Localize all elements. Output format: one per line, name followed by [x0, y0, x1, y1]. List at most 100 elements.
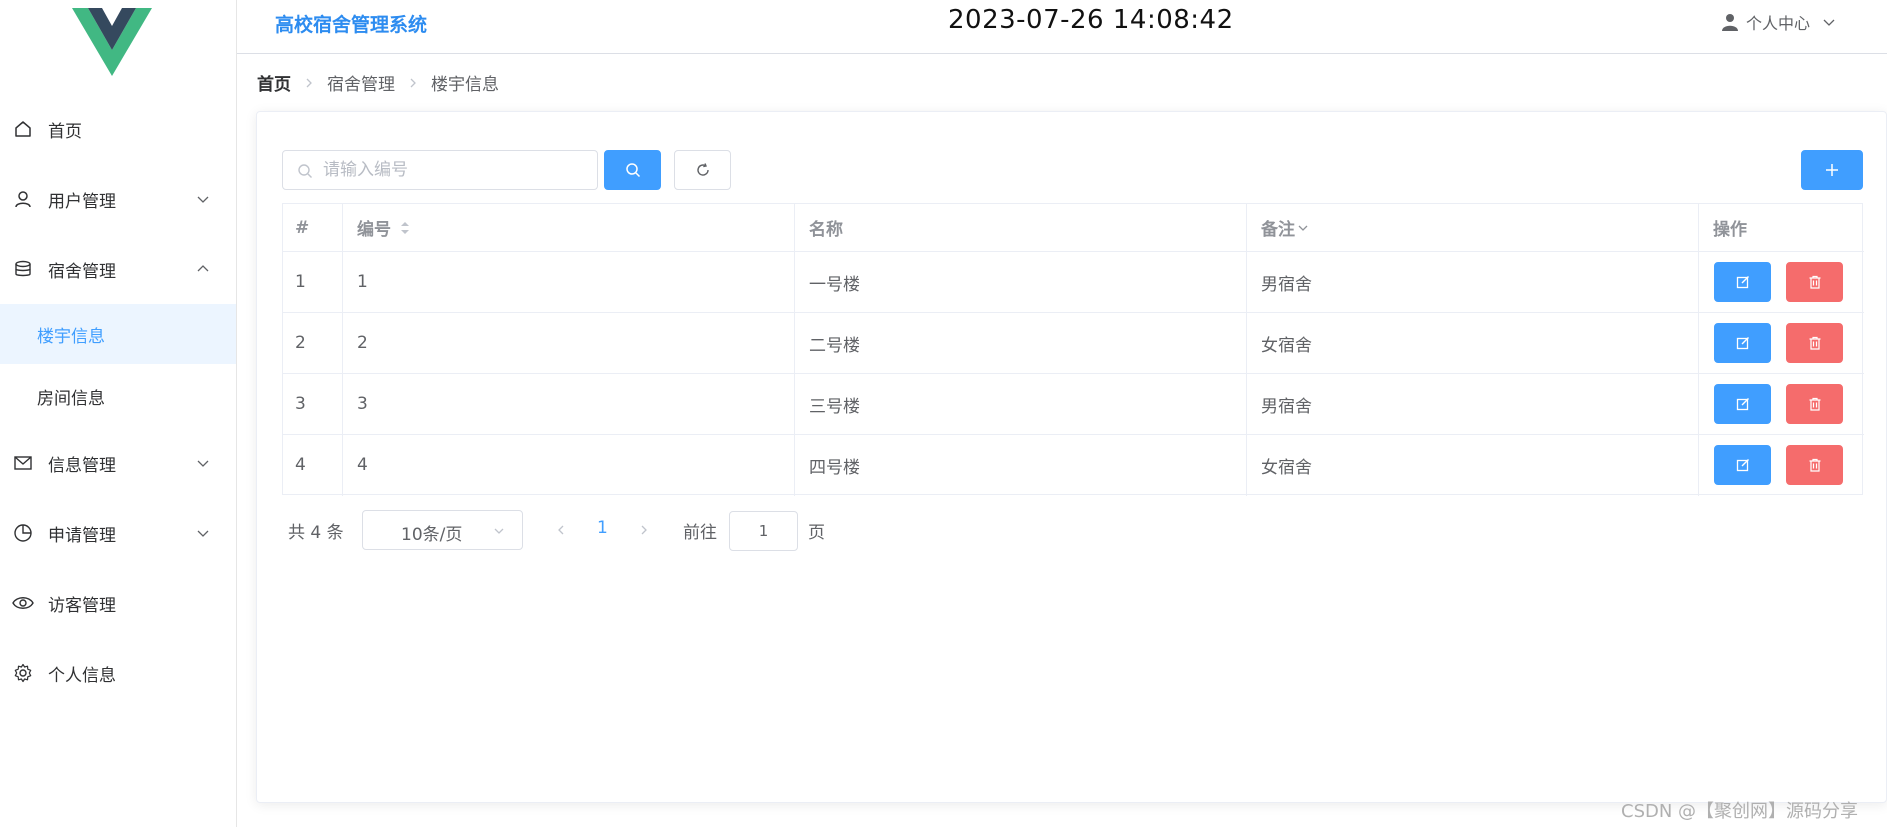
- sidebar-item-users[interactable]: 用户管理: [0, 169, 236, 229]
- cell-remark: 女宿舍: [1261, 457, 1312, 478]
- breadcrumb-item-home[interactable]: 首页: [257, 70, 291, 95]
- page-number-current[interactable]: 1: [597, 518, 608, 538]
- vue-logo: [72, 8, 152, 76]
- edit-icon: [1736, 276, 1749, 289]
- sidebar-item-dorm[interactable]: 宿舍管理: [0, 239, 236, 299]
- edit-button[interactable]: [1714, 384, 1771, 424]
- trash-icon: [1809, 397, 1820, 411]
- cell-code: 2: [357, 333, 368, 353]
- submenu-item-room[interactable]: 房间信息: [0, 366, 236, 426]
- trash-icon: [1809, 336, 1820, 350]
- search-field[interactable]: [282, 150, 598, 190]
- user-avatar-icon: [1722, 14, 1738, 31]
- pie-chart-icon: [12, 522, 34, 544]
- chevron-right-icon: [410, 78, 416, 87]
- page-size-select[interactable]: 10条/页: [362, 510, 523, 550]
- refresh-icon: [696, 163, 709, 176]
- search-icon: [625, 163, 640, 178]
- edit-button[interactable]: [1714, 323, 1771, 363]
- database-icon: [12, 258, 34, 280]
- chevron-down-icon: [197, 530, 209, 537]
- cell-name: 二号楼: [809, 335, 860, 356]
- user-center-menu[interactable]: 个人中心: [1720, 10, 1836, 34]
- cell-remark: 女宿舍: [1261, 335, 1312, 356]
- building-table: # 编号 名称 备注 操作 1 1 一号楼 男宿舍 2 2 二号楼 女宿舍 3 …: [282, 203, 1864, 496]
- sort-icon[interactable]: [399, 220, 411, 236]
- column-header-code[interactable]: 编号: [357, 204, 411, 251]
- sidebar-item-visitor[interactable]: 访客管理: [0, 573, 236, 633]
- page-suffix-label: 页: [808, 523, 825, 543]
- gear-icon: [12, 662, 34, 684]
- delete-button[interactable]: [1786, 445, 1843, 485]
- edit-icon: [1736, 398, 1749, 411]
- sidebar-item-label: 宿舍管理: [48, 261, 116, 282]
- sidebar-item-label: 信息管理: [48, 455, 116, 476]
- column-header-actions: 操作: [1713, 220, 1747, 240]
- sidebar-item-label: 个人信息: [48, 665, 116, 686]
- cell-name: 三号楼: [809, 396, 860, 417]
- sidebar-item-home[interactable]: 首页: [0, 99, 236, 159]
- user-center-label: 个人中心: [1746, 14, 1811, 33]
- chevron-right-icon: [306, 78, 312, 87]
- cell-remark: 男宿舍: [1261, 396, 1312, 417]
- cell-code: 4: [357, 455, 368, 475]
- search-input[interactable]: [323, 151, 593, 189]
- add-button[interactable]: [1801, 150, 1863, 190]
- cell-index: 2: [295, 333, 306, 353]
- watermark-text: CSDN @【聚创网】源码分享: [1621, 801, 1859, 822]
- sidebar-item-label: 申请管理: [48, 525, 116, 546]
- sidebar-item-label: 访客管理: [48, 595, 116, 616]
- edit-button[interactable]: [1714, 445, 1771, 485]
- chevron-up-icon: [197, 265, 209, 272]
- sidebar-item-profile[interactable]: 个人信息: [0, 643, 236, 703]
- goto-page-input[interactable]: [729, 511, 798, 551]
- message-icon: [12, 452, 34, 474]
- goto-label: 前往: [683, 523, 717, 543]
- cell-remark: 男宿舍: [1261, 274, 1312, 295]
- edit-button[interactable]: [1714, 262, 1771, 302]
- chevron-down-icon[interactable]: [1297, 222, 1309, 234]
- submenu-item-building[interactable]: 楼宇信息: [0, 304, 236, 364]
- clock-display: 2023-07-26 14:08:42: [948, 5, 1234, 35]
- search-icon: [298, 164, 312, 178]
- cell-index: 1: [295, 272, 306, 292]
- app-title: 高校宿舍管理系统: [275, 14, 428, 36]
- submenu-item-label: 楼宇信息: [37, 326, 105, 347]
- column-header-label: 编号: [357, 220, 391, 240]
- chevron-down-icon: [197, 460, 209, 467]
- cell-index: 4: [295, 455, 306, 475]
- column-header-remark[interactable]: 备注: [1261, 204, 1309, 251]
- breadcrumb: 首页 宿舍管理 楼宇信息: [257, 70, 499, 95]
- plus-icon: [1826, 164, 1838, 176]
- cell-code: 1: [357, 272, 368, 292]
- chevron-down-icon: [1823, 19, 1835, 26]
- delete-button[interactable]: [1786, 323, 1843, 363]
- column-header-index: #: [295, 217, 310, 238]
- trash-icon: [1809, 275, 1820, 289]
- breadcrumb-item-building: 楼宇信息: [431, 75, 499, 95]
- sidebar: 首页 用户管理 宿舍管理 楼宇信息 房间信息 信息管理 申请管理 访客管理 个人…: [0, 0, 237, 827]
- home-icon: [12, 118, 34, 140]
- delete-button[interactable]: [1786, 262, 1843, 302]
- sidebar-item-label: 用户管理: [48, 191, 116, 212]
- next-page-icon[interactable]: [638, 524, 650, 536]
- sidebar-item-label: 首页: [48, 121, 82, 142]
- delete-button[interactable]: [1786, 384, 1843, 424]
- reset-button[interactable]: [674, 150, 731, 190]
- cell-name: 四号楼: [809, 457, 860, 478]
- sidebar-item-apply[interactable]: 申请管理: [0, 503, 236, 563]
- pagination-total: 共 4 条: [288, 523, 344, 543]
- edit-icon: [1736, 337, 1749, 350]
- page-size-value: 10条/页: [401, 525, 463, 545]
- edit-icon: [1736, 459, 1749, 472]
- cell-name: 一号楼: [809, 274, 860, 295]
- search-button[interactable]: [604, 150, 661, 190]
- breadcrumb-item-dorm: 宿舍管理: [327, 75, 395, 95]
- chevron-down-icon: [494, 528, 504, 534]
- top-header: 高校宿舍管理系统 2023-07-26 14:08:42 个人中心: [237, 0, 1887, 54]
- eye-icon: [12, 592, 34, 614]
- prev-page-icon[interactable]: [555, 524, 567, 536]
- sidebar-item-info[interactable]: 信息管理: [0, 433, 236, 493]
- cell-code: 3: [357, 394, 368, 414]
- submenu-item-label: 房间信息: [37, 388, 105, 409]
